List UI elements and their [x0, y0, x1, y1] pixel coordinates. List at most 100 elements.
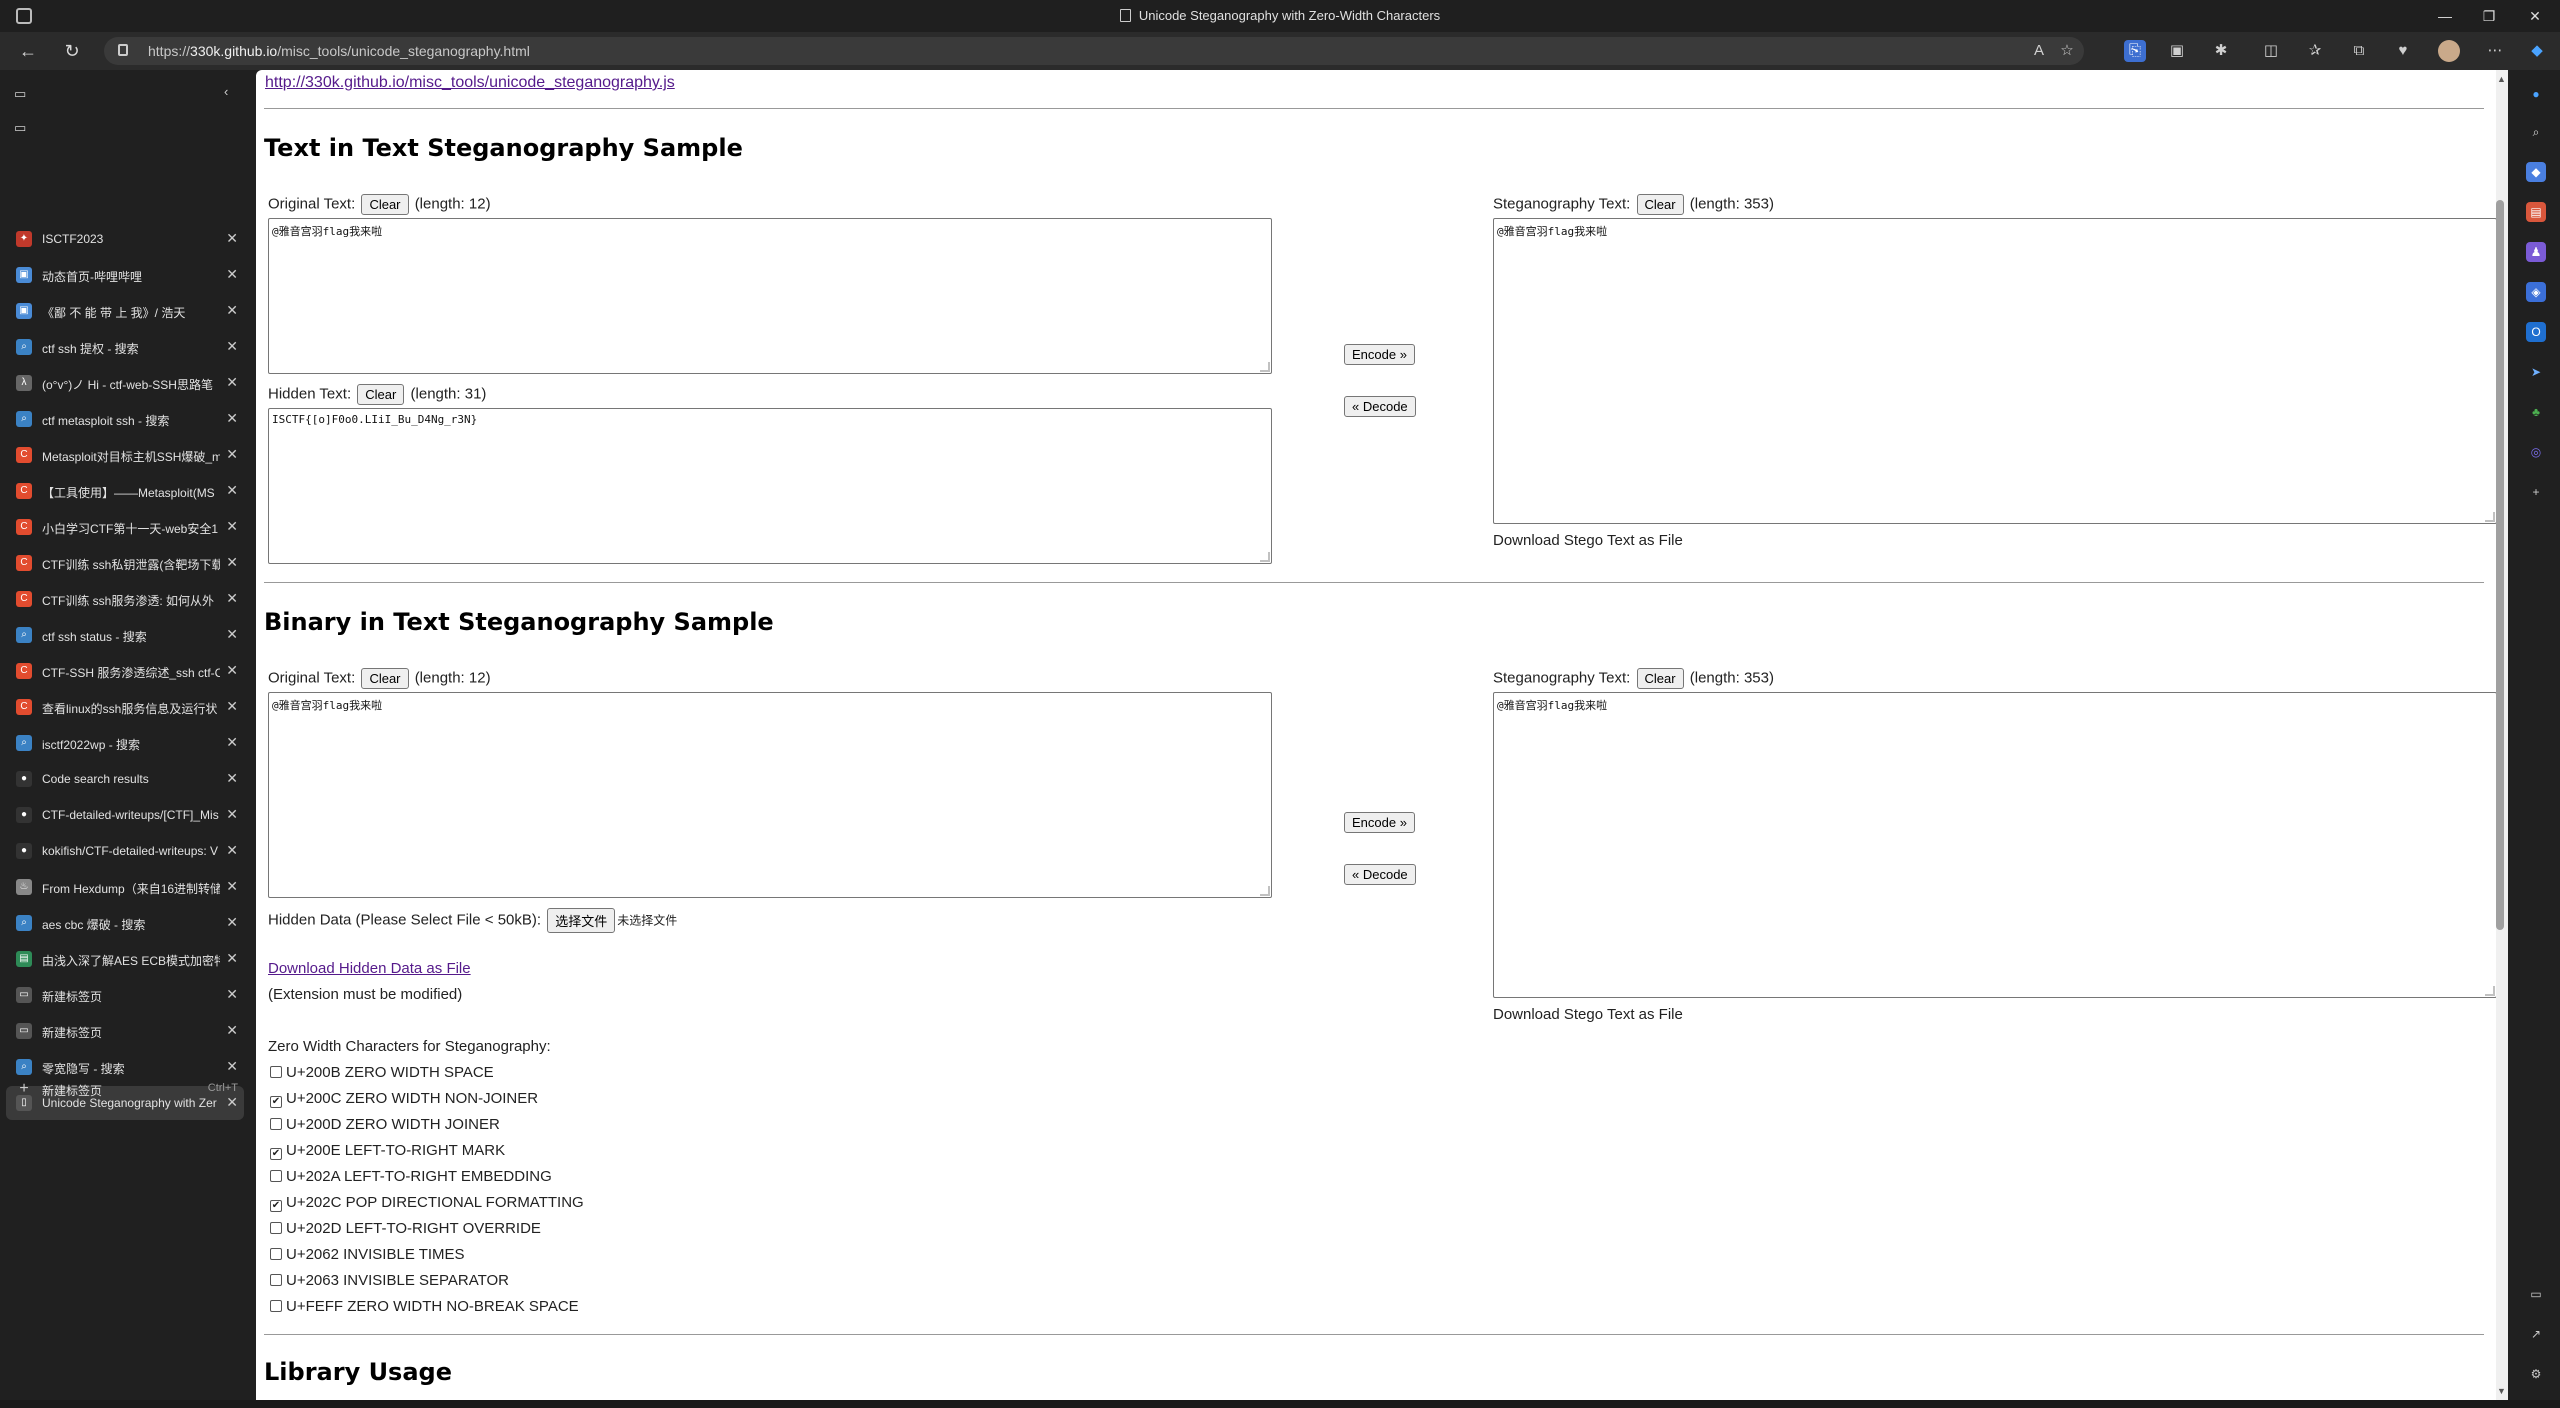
sidebar-tab[interactable]: ⌕ isctf2022wp - 搜索 ✕: [6, 726, 244, 760]
close-tab-icon[interactable]: ✕: [226, 554, 238, 571]
checkbox[interactable]: ✔: [270, 1096, 282, 1108]
checkbox[interactable]: [270, 1066, 282, 1078]
extension-icon[interactable]: ⎘: [2124, 40, 2146, 62]
close-tab-icon[interactable]: ✕: [226, 230, 238, 247]
refresh-button[interactable]: ↻: [58, 39, 86, 63]
sidebar-tab[interactable]: ✦ ISCTF2023 ✕: [6, 222, 244, 256]
more-menu-icon[interactable]: ⋯: [2484, 40, 2506, 62]
sidebar-tab[interactable]: ⌕ ctf ssh status - 搜索 ✕: [6, 618, 244, 652]
tree-icon[interactable]: ♣: [2526, 402, 2546, 422]
encode-button-1[interactable]: Encode »: [1344, 344, 1415, 365]
stego-text-input-1[interactable]: @雅音宫羽flag我来啦: [1493, 218, 2497, 524]
close-tab-icon[interactable]: ✕: [226, 338, 238, 355]
workspaces-icon[interactable]: ▭: [14, 120, 26, 136]
sidebar-tab[interactable]: λ (o°v°)ノ Hi - ctf-web-SSH思路笔 ✕: [6, 366, 244, 400]
page-scrollbar[interactable]: ▲ ▼: [2496, 70, 2508, 1400]
url-text[interactable]: https://330k.github.io/misc_tools/unicod…: [148, 43, 530, 59]
address-bar[interactable]: https://330k.github.io/misc_tools/unicod…: [104, 37, 2084, 65]
sidebar-tab[interactable]: C CTF训练 ssh私钥泄露(含靶场下载 ✕: [6, 546, 244, 580]
decode-button-2[interactable]: « Decode: [1344, 864, 1416, 885]
clear-original-button-2[interactable]: Clear: [361, 668, 409, 689]
close-tab-icon[interactable]: ✕: [226, 914, 238, 931]
restore-button[interactable]: ❐: [2466, 4, 2512, 28]
decode-button-1[interactable]: « Decode: [1344, 396, 1416, 417]
checkbox[interactable]: [270, 1170, 282, 1182]
encode-button-2[interactable]: Encode »: [1344, 812, 1415, 833]
close-tab-icon[interactable]: ✕: [226, 734, 238, 751]
sidebar-tab[interactable]: ▤ 由浅入深了解AES ECB模式加密特 ✕: [6, 942, 244, 976]
stego-text-input-2[interactable]: @雅音宫羽flag我来啦: [1493, 692, 2497, 998]
hidden-text-input[interactable]: ISCTF{[o]F0o0.LIiI_Bu_D4Ng_r3N}: [268, 408, 1272, 564]
original-text-input-2[interactable]: @雅音宫羽flag我来啦: [268, 692, 1272, 898]
resize-grip[interactable]: [1260, 552, 1270, 562]
sidebar-tab[interactable]: C 【工具使用】——Metasploit(MS ✕: [6, 474, 244, 508]
games-icon[interactable]: ♟: [2526, 242, 2546, 262]
checkbox[interactable]: [270, 1248, 282, 1260]
close-window-button[interactable]: ✕: [2512, 4, 2558, 28]
close-tab-icon[interactable]: ✕: [226, 410, 238, 427]
sidebar-tab[interactable]: C CTF训练 ssh服务渗透: 如何从外 ✕: [6, 582, 244, 616]
close-tab-icon[interactable]: ✕: [226, 374, 238, 391]
screenshot-icon[interactable]: ▭: [2526, 1284, 2546, 1304]
back-button[interactable]: ←: [14, 39, 42, 63]
resize-grip[interactable]: [2485, 986, 2495, 996]
download-stego-text-2[interactable]: Download Stego Text as File: [1493, 1006, 1683, 1023]
close-tab-icon[interactable]: ✕: [226, 770, 238, 787]
checkbox[interactable]: [270, 1118, 282, 1130]
extensions-puzzle-icon[interactable]: ✱: [2210, 40, 2232, 62]
sidebar-tab[interactable]: ● kokifish/CTF-detailed-writeups: V ✕: [6, 834, 244, 868]
sidebar-tab[interactable]: ⌕ aes cbc 爆破 - 搜索 ✕: [6, 906, 244, 940]
scroll-thumb[interactable]: [2496, 200, 2504, 930]
sidebar-tab[interactable]: ⌕ ctf ssh 提权 - 搜索 ✕: [6, 330, 244, 364]
lock-icon[interactable]: [118, 44, 128, 56]
checkbox[interactable]: [270, 1300, 282, 1312]
checkbox[interactable]: ✔: [270, 1200, 282, 1212]
sidebar-tab[interactable]: ● Code search results ✕: [6, 762, 244, 796]
sidebar-tab[interactable]: ▭ 新建标签页 ✕: [6, 1014, 244, 1048]
sidebar-tab[interactable]: C 小白学习CTF第十一天-web安全1 ✕: [6, 510, 244, 544]
sidebar-tab[interactable]: ▣ 《鄙 不 能 带 上 我》/ 浩天 ✕: [6, 294, 244, 328]
read-aloud-icon[interactable]: A: [2028, 40, 2050, 62]
download-hidden-data-link[interactable]: Download Hidden Data as File: [268, 960, 471, 977]
profile-avatar[interactable]: [2438, 40, 2460, 62]
close-tab-icon[interactable]: ✕: [226, 518, 238, 535]
library-js-link[interactable]: http://330k.github.io/misc_tools/unicode…: [265, 74, 675, 92]
sidebar-tab[interactable]: ▣ 动态首页-哔哩哔哩 ✕: [6, 258, 244, 292]
close-tab-icon[interactable]: ✕: [226, 698, 238, 715]
sidebar-tab[interactable]: ♨ From Hexdump（来自16进制转储 ✕: [6, 870, 244, 904]
browser-essentials-icon[interactable]: ♥: [2392, 40, 2414, 62]
microsoft365-icon[interactable]: ◈: [2526, 282, 2546, 302]
close-tab-icon[interactable]: ✕: [226, 878, 238, 895]
tools-icon[interactable]: ▤: [2526, 202, 2546, 222]
minimize-button[interactable]: —: [2422, 4, 2468, 28]
outlook-icon[interactable]: O: [2526, 322, 2546, 342]
shopping-icon[interactable]: ◆: [2526, 162, 2546, 182]
sidebar-tab[interactable]: C 查看linux的ssh服务信息及运行状 ✕: [6, 690, 244, 724]
send-icon[interactable]: ➤: [2526, 362, 2546, 382]
close-tab-icon[interactable]: ✕: [226, 662, 238, 679]
close-tab-icon[interactable]: ✕: [226, 842, 238, 859]
favorites-icon[interactable]: ✰: [2304, 40, 2326, 62]
clear-original-button-1[interactable]: Clear: [361, 194, 409, 215]
choose-file-button[interactable]: 选择文件: [547, 908, 616, 933]
extension-2-icon[interactable]: ▣: [2166, 40, 2188, 62]
add-icon[interactable]: +: [2526, 482, 2546, 502]
checkbox[interactable]: [270, 1222, 282, 1234]
extension-rail-icon[interactable]: ◎: [2526, 442, 2546, 462]
resize-grip[interactable]: [1260, 886, 1270, 896]
resize-grip[interactable]: [2485, 512, 2495, 522]
sidebar-tab[interactable]: ● CTF-detailed-writeups/[CTF]_Mis ✕: [6, 798, 244, 832]
close-tab-icon[interactable]: ✕: [226, 986, 238, 1003]
checkbox[interactable]: [270, 1274, 282, 1286]
sidebar-tab[interactable]: C CTF-SSH 服务渗透综述_ssh ctf-C ✕: [6, 654, 244, 688]
search-icon[interactable]: ⌕: [2526, 122, 2546, 142]
sidebar-tab[interactable]: ▭ 新建标签页 ✕: [6, 978, 244, 1012]
tab-actions-icon[interactable]: ▭: [14, 86, 26, 102]
collections-icon[interactable]: ⧉: [2348, 40, 2370, 62]
copilot-icon[interactable]: ◆: [2526, 40, 2548, 62]
close-tab-icon[interactable]: ✕: [226, 590, 238, 607]
close-tab-icon[interactable]: ✕: [226, 482, 238, 499]
open-external-icon[interactable]: ↗: [2526, 1324, 2546, 1344]
checkbox[interactable]: ✔: [270, 1148, 282, 1160]
resize-grip[interactable]: [1260, 362, 1270, 372]
